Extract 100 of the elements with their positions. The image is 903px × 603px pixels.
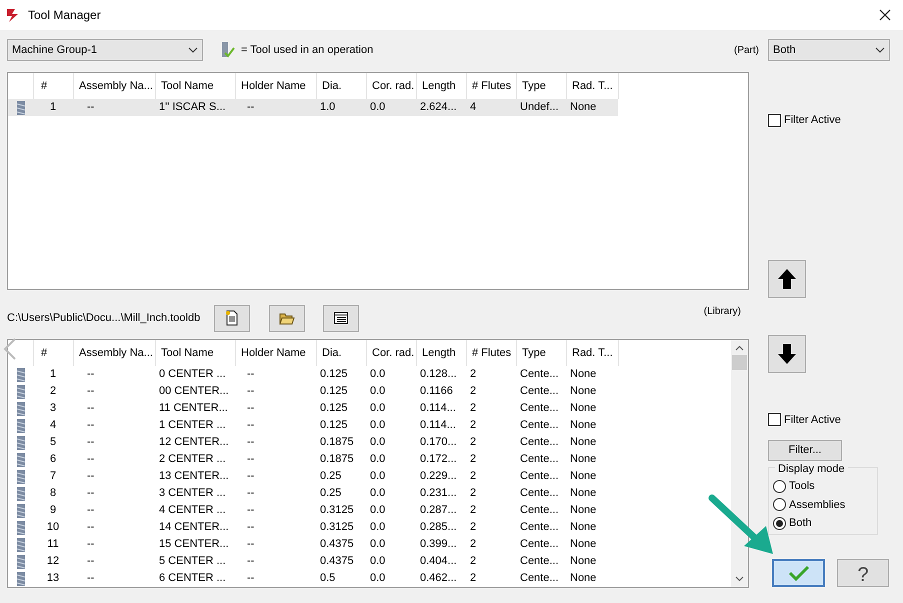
radio-button[interactable]: [773, 480, 786, 493]
table-cell-text: 11 CENTER...: [158, 401, 229, 416]
table-cell-text: --: [246, 469, 256, 484]
scroll-down-icon[interactable]: [735, 576, 744, 582]
tool-icon: [16, 436, 24, 450]
table-cell-text: 0.1875: [319, 435, 355, 450]
used-tool-icon: [219, 41, 235, 59]
table-cell-text: 12: [46, 554, 60, 570]
table-cell-text: 0.125: [319, 418, 349, 434]
tool-icon: [16, 418, 24, 432]
table-cell-text: Cente...: [519, 486, 560, 502]
table-cell-text: 14 CENTER...: [158, 520, 230, 536]
table-cell-text: None: [569, 503, 598, 518]
table-cell-text: 0.25: [319, 469, 342, 484]
table-cell-text: 0.125: [319, 367, 349, 382]
close-icon[interactable]: [879, 9, 891, 21]
table-cell-text: 0.0: [369, 367, 386, 382]
help-button[interactable]: ?: [837, 559, 889, 587]
table-cell-text: --: [86, 452, 96, 468]
filter-button[interactable]: Filter...: [768, 440, 842, 461]
ok-button[interactable]: [772, 559, 825, 587]
table-cell-text: None: [569, 435, 598, 450]
table-cell-text: 0.4375: [319, 554, 355, 570]
radio-option[interactable]: Tools: [773, 478, 815, 494]
table-cell-text: 0.285...: [419, 520, 458, 536]
table-cell-text: 9: [48, 503, 58, 518]
checkmark-icon: [788, 565, 810, 581]
table-cell-text: 2: [469, 418, 478, 434]
table-cell-text: --: [86, 469, 96, 484]
table-cell-text: 1 CENTER ...: [158, 418, 227, 434]
table-cell-text: 1: [48, 100, 58, 116]
table-cell-text: Cente...: [519, 435, 560, 450]
table-cell-text: 0.0: [369, 503, 386, 518]
table-cell-text: 0.0: [369, 418, 386, 434]
tool-icon: [16, 452, 24, 466]
caret-icon: [188, 47, 198, 53]
table-cell-text: 2.624...: [419, 100, 458, 116]
scrollbar[interactable]: [731, 340, 748, 587]
table-cell-text: 4 CENTER ...: [158, 503, 227, 518]
machine-group-dropdown[interactable]: Machine Group-1: [7, 39, 203, 61]
table-cell-text: 0.0: [369, 435, 386, 450]
table-cell-text: --: [246, 435, 256, 450]
table-cell-text: 0.0: [369, 571, 386, 586]
table-cell-text: 5 CENTER ...: [158, 554, 227, 570]
tool-icon: [16, 470, 24, 484]
table-cell-text: 2: [469, 554, 478, 570]
legend-text: = Tool used in an operation: [241, 42, 374, 58]
table-cell-text: None: [569, 520, 598, 536]
table-cell-text: --: [246, 554, 256, 570]
table-cell-text: 0.0: [369, 520, 386, 536]
checkbox[interactable]: [768, 114, 781, 127]
checkbox[interactable]: [768, 413, 781, 426]
annotation-arrow: [708, 494, 774, 556]
table-cell-text: --: [86, 401, 96, 416]
filter-active-checkbox[interactable]: Filter Active: [768, 412, 841, 428]
table-cell-text: 2: [469, 367, 478, 382]
document-icon: [225, 310, 240, 326]
radio-button[interactable]: [773, 516, 786, 530]
table-cell-text: 0.0: [369, 384, 386, 400]
tool-icon: [16, 402, 24, 416]
list-view-button[interactable]: [323, 304, 360, 332]
table-cell-text: 7: [48, 469, 58, 484]
table-cell-text: 2: [469, 452, 478, 468]
move-up-button[interactable]: [768, 260, 806, 298]
table-cell-text: 0.25: [319, 486, 342, 502]
radio-option[interactable]: Assemblies: [773, 496, 846, 513]
tool-icon: [16, 538, 24, 552]
table-cell-text: 0.399...: [419, 537, 458, 552]
table-cell-text: 0.0: [369, 401, 386, 416]
table-cell-text: Cente...: [519, 469, 560, 484]
chevron-left-icon: [3, 338, 17, 360]
part-filter-dropdown[interactable]: Both: [768, 39, 890, 61]
open-folder-button[interactable]: [269, 304, 306, 332]
table-cell-text: 0.1875: [319, 452, 355, 468]
table-cell-text: 2: [469, 520, 478, 536]
new-file-button[interactable]: [214, 304, 250, 332]
scroll-up-icon[interactable]: [735, 345, 744, 351]
filter-active-checkbox[interactable]: Filter Active: [768, 112, 841, 128]
table-cell-text: --: [86, 435, 96, 450]
table-cell-text: 0.0: [369, 554, 386, 570]
table-cell-text: --: [86, 486, 96, 502]
tool-icon: [16, 384, 24, 398]
radio-button[interactable]: [773, 498, 786, 512]
table-cell-text: --: [86, 418, 96, 434]
table-cell-text: 13 CENTER...: [158, 469, 230, 484]
tool-icon: [16, 486, 24, 500]
table-cell-text: 2: [469, 384, 478, 400]
table-cell-text: Cente...: [519, 554, 560, 570]
table-row[interactable]: 1 -- 1'' ISCAR S... -- 1.0 0.0 2.624... 4 Undef... None: [8, 99, 618, 116]
table-cell-text: 0.125: [319, 401, 349, 416]
radio-option[interactable]: Both: [773, 515, 812, 532]
scroll-thumb[interactable]: [732, 355, 747, 370]
move-down-button[interactable]: [768, 334, 806, 372]
table-cell-text: 6 CENTER ...: [158, 571, 227, 586]
table-cell-text: 15 CENTER...: [158, 537, 230, 552]
table-cell-text: 11: [46, 537, 60, 552]
tool-icon: [16, 504, 24, 518]
table-cell-text: --: [246, 503, 256, 518]
table-cell-text: --: [86, 100, 96, 116]
table-cell-text: Cente...: [519, 401, 560, 416]
